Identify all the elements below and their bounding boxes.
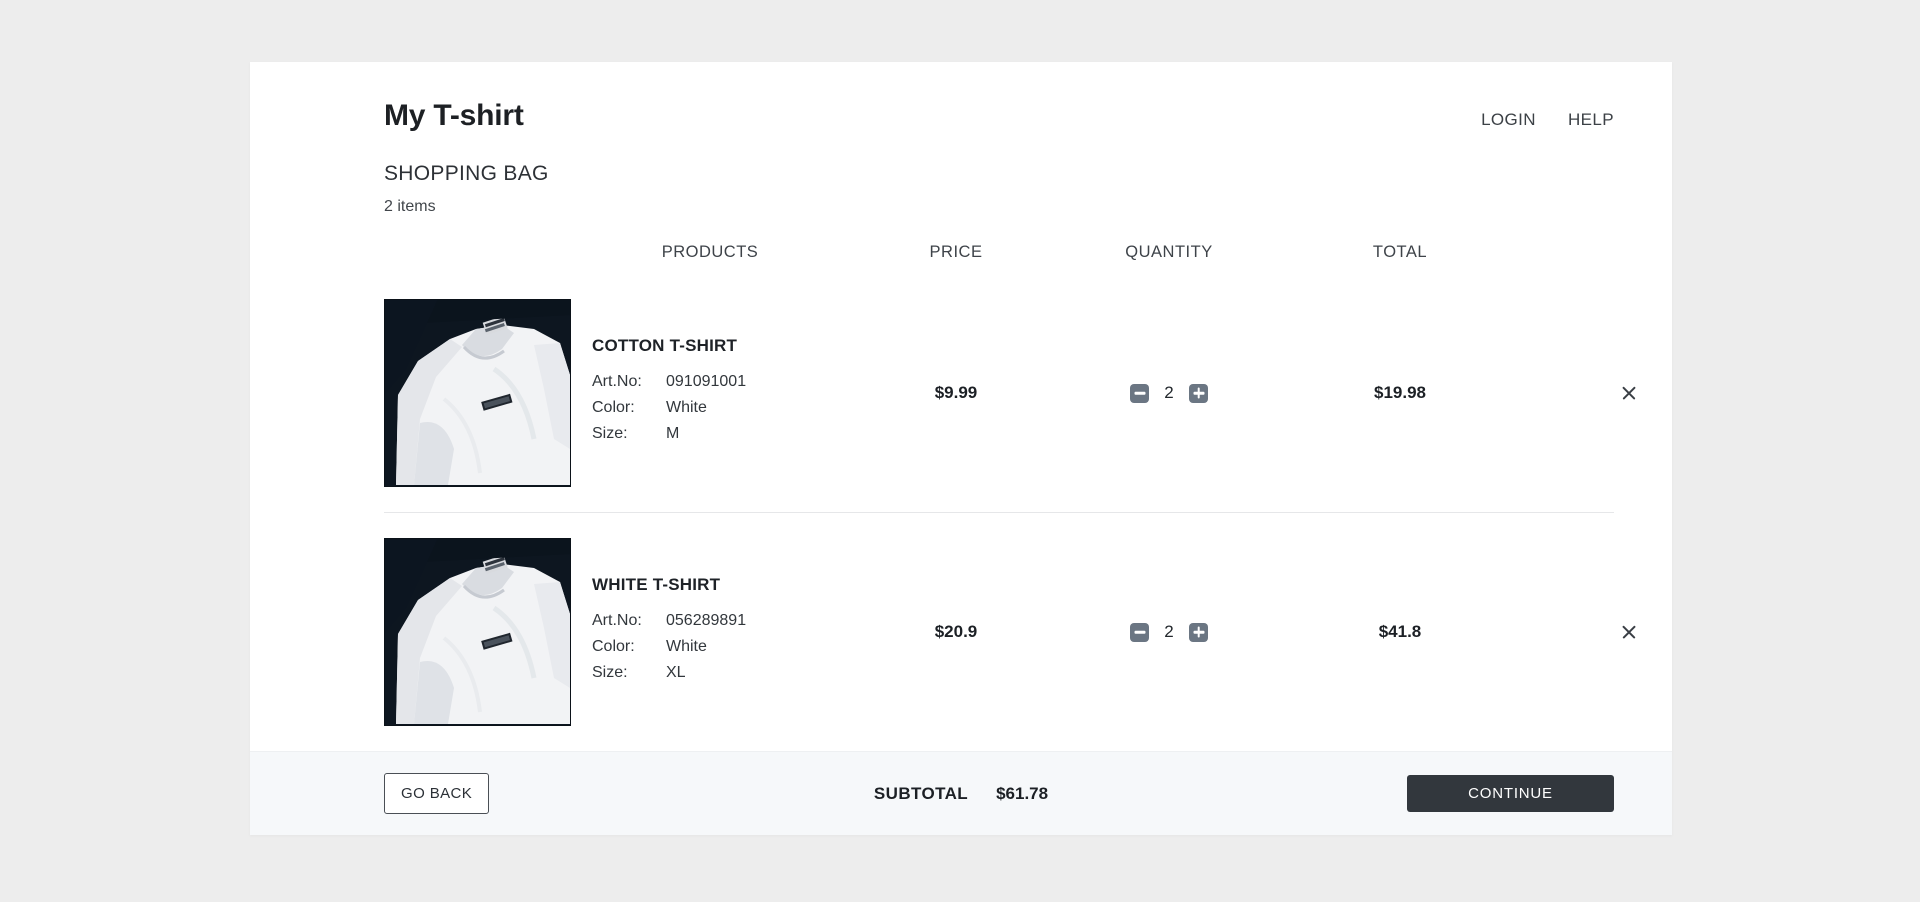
close-icon[interactable] bbox=[1616, 619, 1642, 645]
remove-cell bbox=[1524, 619, 1642, 645]
tshirt-photo-icon bbox=[384, 299, 571, 487]
bag-heading-section: SHOPPING BAG 2 items bbox=[250, 134, 1672, 216]
remove-cell bbox=[1524, 380, 1642, 406]
art-no-label: Art.No: bbox=[592, 611, 642, 629]
product-price: $9.99 bbox=[934, 383, 978, 402]
column-header-products: PRODUCTS bbox=[661, 242, 759, 261]
item-count: 2 items bbox=[384, 198, 436, 215]
page-title: SHOPPING BAG bbox=[384, 162, 549, 185]
product-total: $19.98 bbox=[1374, 383, 1426, 402]
art-no-value: 056289891 bbox=[666, 611, 747, 629]
product-details: COTTON T-SHIRT Art.No: 091091001 Color: … bbox=[570, 336, 850, 451]
color-value: White bbox=[666, 637, 707, 655]
column-header-quantity: QUANTITY bbox=[1125, 242, 1213, 261]
plus-icon[interactable] bbox=[1189, 383, 1208, 403]
quantity-value: 2 bbox=[1164, 622, 1174, 641]
product-price: $20.9 bbox=[934, 622, 978, 641]
table-row: COTTON T-SHIRT Art.No: 091091001 Color: … bbox=[384, 274, 1614, 512]
product-name[interactable]: WHITE T-SHIRT bbox=[592, 575, 850, 595]
tshirt-photo-icon bbox=[384, 538, 571, 726]
color-label: Color: bbox=[592, 398, 635, 416]
product-art-no: Art.No: 091091001 bbox=[592, 373, 850, 391]
color-value: White bbox=[666, 398, 707, 416]
size-label: Size: bbox=[592, 663, 628, 681]
go-back-button[interactable]: GO BACK bbox=[384, 773, 490, 814]
close-icon[interactable] bbox=[1616, 380, 1642, 406]
minus-icon[interactable] bbox=[1130, 622, 1149, 642]
product-color: Color: White bbox=[592, 638, 850, 656]
quantity-stepper: 2 bbox=[1062, 383, 1276, 403]
continue-button[interactable]: CONTINUE bbox=[1407, 775, 1614, 812]
nav-link-login[interactable]: LOGIN bbox=[1481, 110, 1536, 130]
top-navigation: LOGIN HELP bbox=[1481, 98, 1614, 130]
subtotal-value: $61.78 bbox=[996, 783, 1049, 803]
product-thumbnail[interactable] bbox=[384, 299, 571, 487]
column-header-total: TOTAL bbox=[1372, 242, 1428, 261]
plus-icon[interactable] bbox=[1189, 622, 1208, 642]
quantity-stepper: 2 bbox=[1062, 622, 1276, 642]
shopping-bag-card: My T-shirt LOGIN HELP SHOPPING BAG 2 ite… bbox=[250, 62, 1672, 835]
product-color: Color: White bbox=[592, 399, 850, 417]
art-no-value: 091091001 bbox=[666, 372, 747, 390]
card-header: My T-shirt LOGIN HELP bbox=[250, 62, 1672, 134]
minus-icon[interactable] bbox=[1130, 383, 1149, 403]
product-size: Size: M bbox=[592, 425, 850, 443]
page-root: My T-shirt LOGIN HELP SHOPPING BAG 2 ite… bbox=[0, 0, 1920, 902]
brand-title: My T-shirt bbox=[384, 99, 524, 132]
product-size: Size: XL bbox=[592, 664, 850, 682]
subtotal-block: SUBTOTAL $61.78 bbox=[874, 784, 1048, 804]
column-header-price: PRICE bbox=[929, 242, 983, 261]
size-value: M bbox=[666, 424, 680, 442]
product-details: WHITE T-SHIRT Art.No: 056289891 Color: W… bbox=[570, 575, 850, 690]
color-label: Color: bbox=[592, 637, 635, 655]
product-total: $41.8 bbox=[1378, 622, 1422, 641]
table-header-row: PRODUCTS PRICE QUANTITY TOTAL bbox=[384, 230, 1614, 274]
product-name[interactable]: COTTON T-SHIRT bbox=[592, 336, 850, 356]
bag-table: PRODUCTS PRICE QUANTITY TOTAL COTTON T-S… bbox=[250, 230, 1672, 751]
subtotal-label: SUBTOTAL bbox=[873, 783, 969, 803]
table-row: WHITE T-SHIRT Art.No: 056289891 Color: W… bbox=[384, 513, 1614, 751]
nav-link-help[interactable]: HELP bbox=[1568, 110, 1614, 130]
quantity-value: 2 bbox=[1164, 383, 1174, 402]
art-no-label: Art.No: bbox=[592, 372, 642, 390]
product-thumbnail[interactable] bbox=[384, 538, 571, 726]
size-label: Size: bbox=[592, 424, 628, 442]
size-value: XL bbox=[666, 663, 686, 681]
card-footer: GO BACK SUBTOTAL $61.78 CONTINUE bbox=[250, 751, 1672, 835]
product-art-no: Art.No: 056289891 bbox=[592, 612, 850, 630]
